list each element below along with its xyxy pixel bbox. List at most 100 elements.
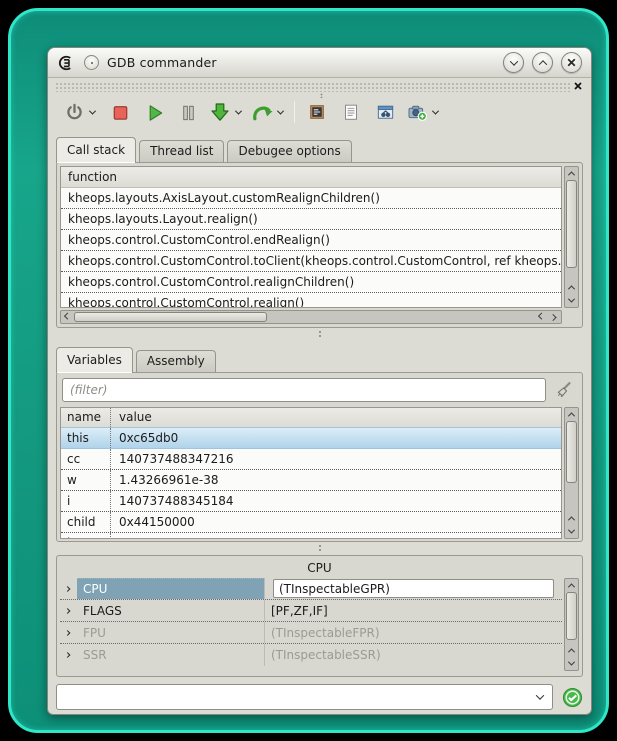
scrollbar-corner	[564, 310, 579, 324]
scroll-up-button[interactable]	[565, 644, 578, 657]
callstack-row[interactable]: kheops.control.CustomControl.endRealign(…	[61, 230, 561, 251]
chevron-up-icon	[568, 648, 575, 655]
dock-handle[interactable]	[55, 81, 584, 92]
register-value: (TInspectableFPR)	[265, 626, 562, 640]
chevron-down-icon	[509, 57, 517, 65]
scroll-up-button[interactable]	[565, 579, 578, 592]
window-unshade-button[interactable]	[532, 52, 553, 73]
tab-call-stack[interactable]: Call stack	[56, 137, 136, 163]
variable-row[interactable]: w 1.43266961e-38	[61, 470, 561, 491]
cpu-view-button[interactable]	[305, 100, 329, 124]
variables-vertical-scrollbar[interactable]	[564, 407, 579, 539]
call-stack-horizontal-scrollbar[interactable]	[60, 310, 562, 324]
variable-row[interactable]: i 140737488345184	[61, 491, 561, 512]
scroll-left-button[interactable]	[535, 311, 548, 323]
step-over-button[interactable]	[250, 100, 274, 124]
app-logo-icon	[57, 55, 76, 71]
scrollbar-thumb[interactable]	[566, 421, 577, 483]
panel-splitter[interactable]	[48, 328, 591, 341]
step-into-dropdown-button[interactable]	[232, 100, 244, 124]
stop-button[interactable]	[108, 100, 132, 124]
column-header-value[interactable]: value	[111, 408, 561, 427]
scroll-up-button[interactable]	[565, 167, 578, 180]
tab-thread-list[interactable]: Thread list	[139, 140, 224, 162]
variable-row[interactable]: this 0xc65db0	[61, 427, 561, 449]
power-icon	[64, 102, 85, 123]
column-header-name[interactable]: name	[61, 408, 111, 427]
scroll-down-button[interactable]	[565, 294, 578, 307]
scroll-up-button[interactable]	[565, 281, 578, 294]
callstack-row[interactable]: kheops.layouts.Layout.realign()	[61, 209, 561, 230]
chevron-up-icon	[568, 516, 575, 523]
call-stack-vertical-scrollbar[interactable]	[564, 166, 579, 308]
command-combobox[interactable]	[56, 684, 553, 710]
app-frame: GDB commander	[8, 8, 609, 733]
register-group-name: FLAGS	[77, 600, 265, 621]
continue-button[interactable]	[142, 100, 166, 124]
tab-assembly[interactable]: Assembly	[136, 350, 216, 372]
undock-close-button[interactable]	[572, 80, 584, 92]
add-watch-dropdown-button[interactable]	[429, 100, 441, 124]
run-button[interactable]	[62, 100, 86, 124]
add-watch-button[interactable]	[405, 100, 429, 124]
window-menu-button[interactable]	[84, 55, 99, 70]
expand-button[interactable]	[60, 587, 77, 591]
callstack-row[interactable]: kheops.control.CustomControl.realign()	[61, 293, 561, 308]
scrollbar-thumb[interactable]	[566, 180, 577, 268]
variable-value: 140737488347216	[111, 449, 561, 469]
cpu-register-row[interactable]: CPU (TInspectableGPR)	[60, 578, 562, 600]
scroll-up-button[interactable]	[565, 408, 578, 421]
variables-table[interactable]: name value this 0xc65db0 cc 140737488347…	[60, 407, 562, 539]
variable-row[interactable]: h 1.43266961e-38	[61, 533, 561, 539]
register-value: [PF,ZF,IF]	[265, 604, 562, 618]
scroll-down-button[interactable]	[565, 525, 578, 538]
call-stack-panel: function kheops.layouts.AxisLayout.custo…	[56, 162, 583, 328]
expand-button[interactable]	[60, 609, 77, 613]
cpu-register-row[interactable]: FPU (TInspectableFPR)	[60, 622, 562, 644]
pause-button[interactable]	[176, 100, 200, 124]
expand-button[interactable]	[60, 631, 77, 635]
expand-button[interactable]	[60, 653, 77, 657]
titlebar[interactable]: GDB commander	[48, 48, 591, 78]
window-shade-button[interactable]	[503, 52, 524, 73]
variable-value: 0xc65db0	[111, 428, 561, 448]
callstack-row[interactable]: kheops.layouts.AxisLayout.customRealignC…	[61, 188, 561, 209]
command-input[interactable]	[57, 686, 528, 708]
window-close-button[interactable]	[561, 52, 582, 73]
step-into-button[interactable]	[208, 100, 232, 124]
callstack-row[interactable]: kheops.control.CustomControl.toClient(kh…	[61, 251, 561, 272]
call-stack-column-header[interactable]: function	[61, 167, 561, 188]
clear-filter-button[interactable]	[551, 378, 577, 402]
execute-command-button[interactable]	[561, 686, 583, 708]
panel-splitter[interactable]	[48, 542, 591, 555]
watches-window-button[interactable]	[373, 100, 397, 124]
cpu-vertical-scrollbar[interactable]	[564, 578, 579, 671]
chevron-down-icon	[536, 691, 544, 699]
scroll-right-button[interactable]	[548, 311, 561, 323]
scrollbar-thumb[interactable]	[566, 592, 577, 640]
broom-icon	[554, 380, 574, 400]
scrollbar-thumb[interactable]	[74, 312, 267, 322]
variable-row[interactable]: cc 140737488347216	[61, 449, 561, 470]
cpu-register-row[interactable]: SSR (TInspectableSSR)	[60, 644, 562, 666]
cpu-register-list[interactable]: CPU (TInspectableGPR) FLAGS [PF,ZF,IF] F…	[60, 578, 562, 671]
scroll-down-button[interactable]	[565, 657, 578, 670]
chevron-up-icon	[538, 60, 546, 68]
command-dropdown-button[interactable]	[528, 685, 552, 709]
scroll-up-button[interactable]	[565, 512, 578, 525]
scroll-left-button[interactable]	[61, 311, 74, 323]
run-dropdown-button[interactable]	[86, 100, 98, 124]
step-over-dropdown-button[interactable]	[274, 100, 286, 124]
register-value-field[interactable]: (TInspectableGPR)	[273, 579, 554, 598]
variable-row[interactable]: child 0x44150000	[61, 512, 561, 533]
filter-input[interactable]	[62, 378, 546, 402]
call-stack-list[interactable]: function kheops.layouts.AxisLayout.custo…	[60, 166, 562, 308]
log-view-button[interactable]	[339, 100, 363, 124]
cpu-panel-title: CPU	[60, 558, 579, 578]
cpu-register-row[interactable]: FLAGS [PF,ZF,IF]	[60, 600, 562, 622]
tab-variables[interactable]: Variables	[56, 347, 133, 373]
variable-value: 0x44150000	[111, 512, 561, 532]
callstack-row[interactable]: kheops.control.CustomControl.realignChil…	[61, 272, 561, 293]
step-over-icon	[251, 102, 274, 123]
tab-debugee-options[interactable]: Debugee options	[227, 140, 351, 162]
